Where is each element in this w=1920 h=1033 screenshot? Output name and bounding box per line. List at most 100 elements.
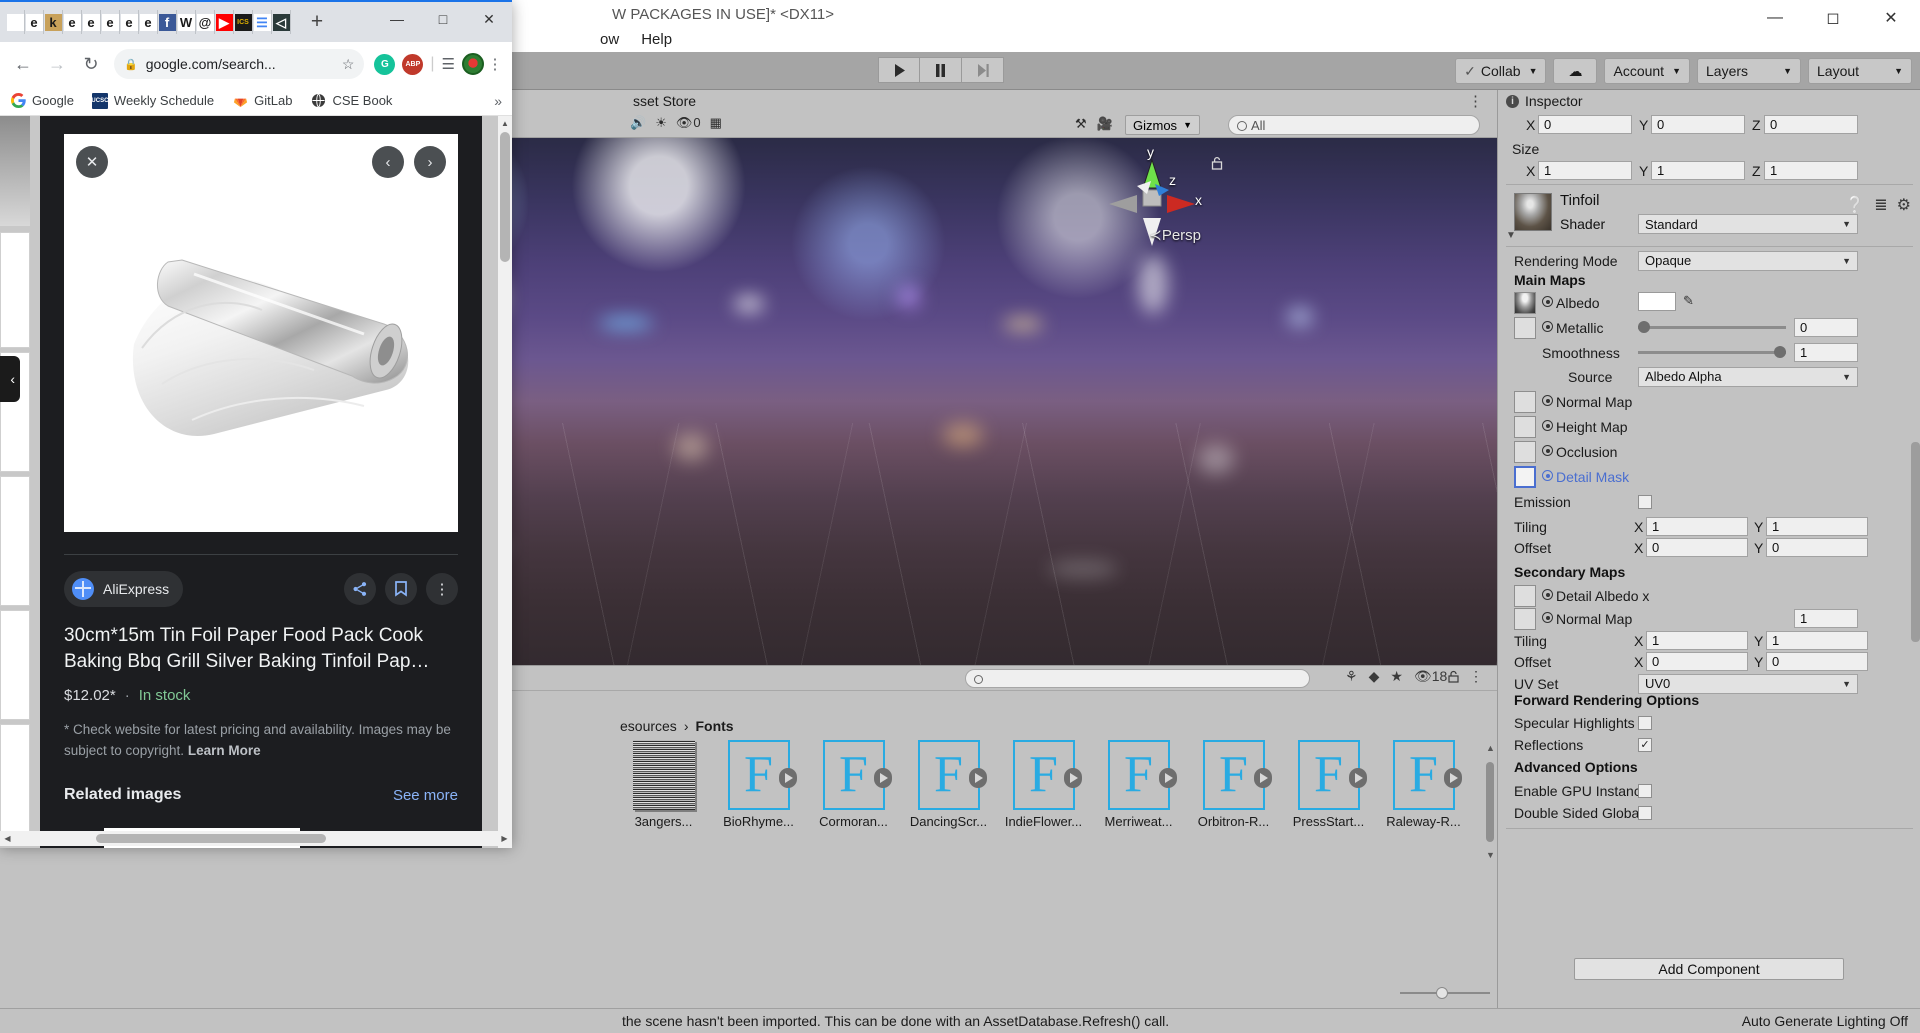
smoothness-slider[interactable] <box>1638 345 1786 359</box>
asset-preview-arrow-icon[interactable] <box>1253 768 1272 788</box>
height-map-radio-icon[interactable] <box>1542 420 1553 431</box>
metallic-slider[interactable] <box>1638 320 1786 334</box>
back-button[interactable]: ← <box>6 47 40 81</box>
asset-preview-arrow-icon[interactable] <box>968 768 987 788</box>
project-options-icon[interactable]: ⋮ <box>1469 668 1483 685</box>
detail-albedo-radio-icon[interactable] <box>1542 589 1553 600</box>
specular-highlights-checkbox[interactable] <box>1638 715 1652 730</box>
layers-button[interactable]: Layers ▼ <box>1697 58 1801 84</box>
pinned-tab-e-icon[interactable]: e <box>82 10 101 34</box>
project-search-input[interactable] <box>965 669 1310 688</box>
forward-button[interactable]: → <box>40 47 74 81</box>
see-more-link[interactable]: See more <box>393 787 458 804</box>
scene-search-input[interactable]: All <box>1228 115 1480 135</box>
chrome-maximize-button[interactable]: □ <box>420 2 466 36</box>
pinned-tab-k-icon[interactable]: k <box>44 10 63 34</box>
chrome-menu-button[interactable]: ⋮ <box>484 55 506 73</box>
size-y-field[interactable]: 1 <box>1651 161 1745 180</box>
auto-generate-lighting-status[interactable]: Auto Generate Lighting Off <box>1742 1013 1908 1029</box>
metallic-radio-icon[interactable] <box>1542 321 1553 332</box>
asset-item[interactable]: 3angers... <box>616 740 711 829</box>
metallic-value-field[interactable]: 0 <box>1794 318 1858 337</box>
close-result-button[interactable]: ✕ <box>76 146 108 178</box>
page-vertical-scrollbar[interactable]: ▲ ▼ <box>498 116 512 848</box>
adblock-icon[interactable]: ABP <box>402 53 424 75</box>
project-lock-icon[interactable] <box>1448 670 1459 683</box>
scroll-left-icon[interactable]: ◀ <box>0 831 15 846</box>
bookmark-google[interactable]: Google <box>10 93 74 109</box>
smoothness-value-field[interactable]: 1 <box>1794 343 1858 362</box>
metallic-slider-knob[interactable] <box>1638 321 1650 333</box>
inspector-scrollbar[interactable] <box>1911 442 1920 642</box>
previous-image-button[interactable]: ‹ <box>372 146 404 178</box>
asset-item[interactable]: F DancingScr... <box>901 740 996 829</box>
position-x-field[interactable]: 0 <box>1538 115 1632 134</box>
favorites-star-icon[interactable]: ★ <box>1390 668 1403 685</box>
hidden-count-icon[interactable]: 👁18 <box>1414 668 1447 685</box>
double-sided-checkbox[interactable] <box>1638 805 1652 820</box>
chrome-close-button[interactable]: ✕ <box>466 2 512 36</box>
horizontal-scroll-thumb[interactable] <box>96 834 326 843</box>
uv-set-dropdown[interactable]: UV0 ▼ <box>1638 673 1858 694</box>
scroll-up-icon[interactable]: ▲ <box>498 116 512 130</box>
zoom-slider-knob[interactable] <box>1436 987 1448 999</box>
asset-item[interactable]: F Cormoran... <box>806 740 901 829</box>
address-bar[interactable]: 🔒 google.com/search... ☆ <box>114 49 365 79</box>
bookmark-weekly-schedule[interactable]: UCSC Weekly Schedule <box>91 92 214 109</box>
bookmarks-overflow-button[interactable]: » <box>494 93 502 109</box>
pinned-tab-mail-icon[interactable]: @ <box>196 10 215 34</box>
emission-checkbox[interactable] <box>1638 494 1652 509</box>
tab-asset-store[interactable]: sset Store <box>633 93 696 109</box>
bookmark-star-icon[interactable]: ☆ <box>342 56 355 73</box>
pinned-tab-ics-icon[interactable]: ICS <box>234 10 253 34</box>
asset-item[interactable]: F Orbitron-R... <box>1186 740 1281 829</box>
asset-preview-arrow-icon[interactable] <box>1348 768 1367 788</box>
new-tab-button[interactable]: + <box>303 10 331 34</box>
tiling-x-field[interactable]: 1 <box>1646 517 1748 536</box>
asset-preview-arrow-icon[interactable] <box>778 768 797 788</box>
reading-list-icon[interactable]: ☰ <box>442 55 455 73</box>
normal-map-radio-icon[interactable] <box>1542 395 1553 406</box>
pinned-tab-docs-icon[interactable]: ☰ <box>253 10 272 34</box>
albedo-texture-slot[interactable] <box>1514 291 1536 314</box>
pinned-tab-youtube-icon[interactable]: ▶ <box>215 10 234 34</box>
rendering-mode-dropdown[interactable]: Opaque ▼ <box>1638 250 1858 271</box>
scene-projection-label[interactable]: ≺Persp <box>1149 226 1201 244</box>
help-icon[interactable]: ❔ <box>1845 195 1865 215</box>
smoothness-slider-knob[interactable] <box>1774 346 1786 358</box>
tiling-y-field[interactable]: 1 <box>1766 517 1868 536</box>
asset-item[interactable]: F PressStart... <box>1281 740 1376 829</box>
secondary-tiling-y-field[interactable]: 1 <box>1766 631 1868 650</box>
secondary-offset-y-field[interactable]: 0 <box>1766 652 1868 671</box>
normal-map-texture-slot[interactable] <box>1514 390 1536 413</box>
product-image[interactable]: ✕ ‹ › <box>64 134 458 532</box>
reload-button[interactable]: ↻ <box>74 47 108 81</box>
eyedropper-icon[interactable]: ✎ <box>1683 293 1694 309</box>
tab-inspector[interactable]: i Inspector <box>1498 90 1920 112</box>
chrome-minimize-button[interactable]: — <box>374 2 420 36</box>
preset-icon[interactable]: ≣ <box>1874 195 1887 215</box>
asset-preview-arrow-icon[interactable] <box>1443 768 1462 788</box>
offset-x-field[interactable]: 0 <box>1646 538 1748 557</box>
secondary-normal-texture-slot[interactable] <box>1514 607 1536 630</box>
secondary-normal-value-field[interactable]: 1 <box>1794 609 1858 628</box>
gear-icon[interactable]: ⚙ <box>1897 195 1911 215</box>
unity-menu-help[interactable]: Help <box>641 31 672 48</box>
asset-grid-scrollbar[interactable]: ▲ ▼ <box>1484 740 1495 863</box>
pinned-tab-e-icon[interactable]: e <box>25 10 44 34</box>
audio-toggle-icon[interactable]: 🔊 <box>630 115 646 131</box>
asset-zoom-slider[interactable] <box>1400 985 1490 1001</box>
pinned-tab-wikipedia-icon[interactable]: W <box>177 10 196 34</box>
source-link[interactable]: AliExpress <box>64 571 184 607</box>
scroll-right-icon[interactable]: ▶ <box>497 831 512 846</box>
offset-y-field[interactable]: 0 <box>1766 538 1868 557</box>
pinned-tab-e-icon[interactable]: e <box>120 10 139 34</box>
scrollbar-thumb[interactable] <box>1486 762 1494 842</box>
page-horizontal-scrollbar[interactable]: ◀ ▶ <box>0 831 512 846</box>
occlusion-radio-icon[interactable] <box>1542 445 1553 456</box>
shader-dropdown[interactable]: Standard ▼ <box>1638 214 1858 234</box>
albedo-color-swatch[interactable] <box>1638 292 1676 311</box>
hidden-objects-icon[interactable]: 👁 0 <box>676 115 701 131</box>
pinned-tab-e-icon[interactable]: e <box>63 10 82 34</box>
left-thumbnail[interactable] <box>0 116 30 226</box>
